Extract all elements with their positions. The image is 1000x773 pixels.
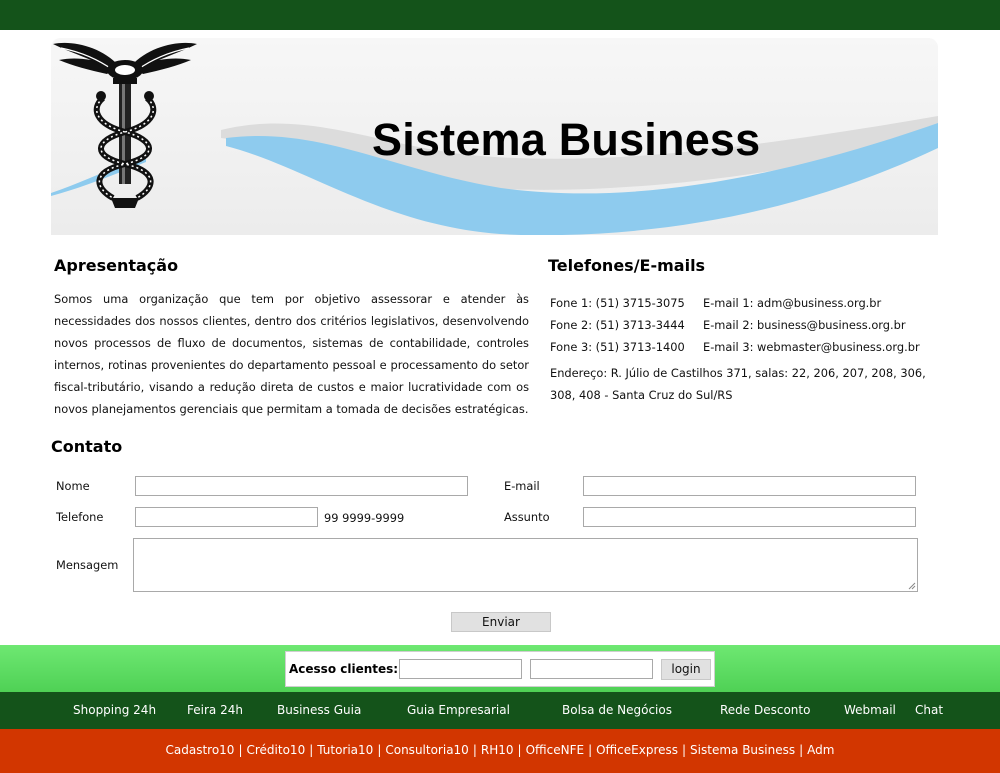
footer-link-sistema-business[interactable]: Sistema Business bbox=[690, 743, 795, 757]
apresentacao-text: Somos uma organização que tem por objeti… bbox=[54, 292, 529, 416]
client-access-label: Acesso clientes: bbox=[289, 662, 399, 676]
footer-link-credito10[interactable]: Crédito10 bbox=[247, 743, 306, 757]
phone-2: Fone 2: (51) 3713-3444 bbox=[550, 318, 685, 332]
footer-link-officenfe[interactable]: OfficeNFE bbox=[526, 743, 585, 757]
phone-label: Telefone bbox=[56, 510, 104, 524]
subject-label: Assunto bbox=[504, 510, 550, 524]
footer-link-tutoria10[interactable]: Tutoria10 bbox=[317, 743, 373, 757]
apresentacao-heading: Apresentação bbox=[54, 256, 179, 275]
client-user-input[interactable] bbox=[399, 659, 522, 679]
address-text: Endereço: R. Júlio de Castilhos 371, sal… bbox=[550, 366, 926, 402]
footer-separator: | bbox=[517, 743, 522, 757]
footer-bar: Cadastro10 | Crédito10 | Tutoria10 | Consultor… bbox=[0, 729, 1000, 773]
footer-link-consultoria10[interactable]: Consultoria10 bbox=[385, 743, 468, 757]
nav-rede-desconto[interactable]: Rede Desconto bbox=[720, 703, 810, 717]
contato-heading: Contato bbox=[51, 437, 123, 456]
top-bar bbox=[0, 0, 1000, 30]
nav-feira-24h[interactable]: Feira 24h bbox=[187, 703, 243, 717]
footer-separator: | bbox=[682, 743, 687, 757]
footer-link-officeexpress[interactable]: OfficeExpress bbox=[596, 743, 678, 757]
message-label: Mensagem bbox=[56, 558, 119, 572]
client-login-box: Acesso clientes: login bbox=[285, 651, 715, 687]
footer-separator: | bbox=[472, 743, 477, 757]
phone-3: Fone 3: (51) 3713-1400 bbox=[550, 340, 685, 354]
footer-link-adm[interactable]: Adm bbox=[807, 743, 834, 757]
nav-shopping-24h[interactable]: Shopping 24h bbox=[73, 703, 156, 717]
phone-input[interactable] bbox=[135, 507, 318, 527]
nav-chat[interactable]: Chat bbox=[915, 703, 943, 717]
resize-grip-icon[interactable] bbox=[908, 582, 916, 590]
nav-business-guia[interactable]: Business Guia bbox=[277, 703, 361, 717]
phone-1: Fone 1: (51) 3715-3075 bbox=[550, 296, 685, 310]
footer-separator: | bbox=[799, 743, 804, 757]
send-button[interactable]: Enviar bbox=[451, 612, 551, 632]
subject-input[interactable] bbox=[583, 507, 916, 527]
message-textarea[interactable] bbox=[133, 538, 918, 592]
email-1[interactable]: E-mail 1: adm@business.org.br bbox=[703, 296, 881, 310]
client-password-input[interactable] bbox=[530, 659, 653, 679]
nav-guia-empresarial[interactable]: Guia Empresarial bbox=[407, 703, 510, 717]
footer-link-rh10[interactable]: RH10 bbox=[481, 743, 514, 757]
nav-bolsa-de-negocios[interactable]: Bolsa de Negócios bbox=[562, 703, 672, 717]
email-label: E-mail bbox=[504, 479, 540, 493]
footer-links: Cadastro10 | Crédito10 | Tutoria10 | Consultor… bbox=[0, 743, 1000, 757]
name-label: Nome bbox=[56, 479, 90, 493]
email-3[interactable]: E-mail 3: webmaster@business.org.br bbox=[703, 340, 920, 354]
site-title: Sistema Business bbox=[372, 114, 761, 165]
email-2[interactable]: E-mail 2: business@business.org.br bbox=[703, 318, 906, 332]
nav-webmail[interactable]: Webmail bbox=[844, 703, 896, 717]
main-nav: Shopping 24h Feira 24h Business Guia Gui… bbox=[0, 692, 1000, 729]
phone-format-hint: 99 9999-9999 bbox=[324, 511, 405, 525]
footer-link-cadastro10[interactable]: Cadastro10 bbox=[166, 743, 235, 757]
caduceus-icon bbox=[53, 42, 197, 208]
contacts-heading: Telefones/E-mails bbox=[548, 256, 706, 275]
name-input[interactable] bbox=[135, 476, 468, 496]
footer-separator: | bbox=[309, 743, 314, 757]
header-banner: Sistema Business bbox=[51, 38, 938, 235]
footer-separator: | bbox=[377, 743, 382, 757]
footer-separator: | bbox=[238, 743, 243, 757]
footer-separator: | bbox=[588, 743, 593, 757]
login-button[interactable]: login bbox=[661, 659, 711, 680]
email-input[interactable] bbox=[583, 476, 916, 496]
